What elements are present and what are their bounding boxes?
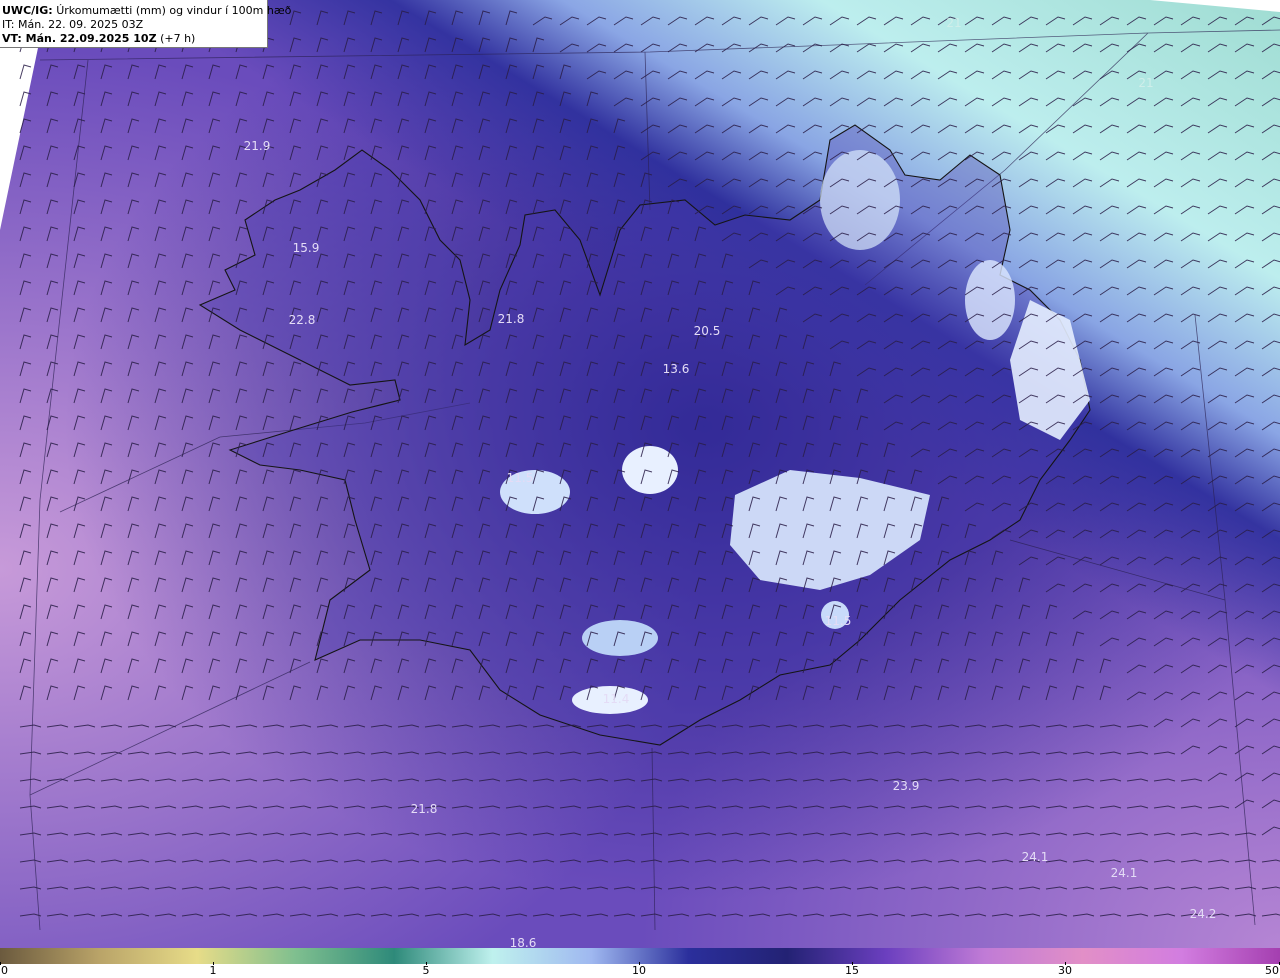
legend-tick-label: 50 bbox=[1265, 964, 1279, 977]
map-value: 15.9 bbox=[293, 241, 320, 255]
legend-tick-label: 0 bbox=[1, 964, 8, 977]
map-value: 21.9 bbox=[244, 139, 271, 153]
map-value: 20.5 bbox=[694, 324, 721, 338]
map-info-box: UWC/IG: Úrkomumætti (mm) og vindur í 100… bbox=[0, 0, 291, 48]
map-value: 21.8 bbox=[498, 312, 525, 326]
map-value: 11.4 bbox=[603, 692, 630, 706]
map-value: 18.6 bbox=[510, 936, 537, 948]
legend-tick-label: 5 bbox=[422, 964, 430, 977]
map-value: 24.2 bbox=[1190, 907, 1217, 921]
legend-tick-label: 30 bbox=[1058, 964, 1072, 977]
map-value: 21.8 bbox=[411, 802, 438, 816]
color-scale-bar bbox=[0, 948, 1280, 964]
map-value: 13.6 bbox=[663, 362, 690, 376]
map-value: 24.1 bbox=[1022, 850, 1049, 864]
color-scale-legend: 0 1 5 10 15 30 50 bbox=[0, 948, 1280, 978]
product-line: UWC/IG: Úrkomumætti (mm) og vindur í 100… bbox=[2, 4, 291, 18]
map-value: 22.8 bbox=[289, 313, 316, 327]
precipitation-wind-map: 21.9 15.9 22.8 21.8 20.5 13.6 11.5 11.5 … bbox=[0, 0, 1280, 948]
map-value: 11.5 bbox=[825, 614, 852, 628]
map-value: 21 bbox=[1138, 76, 1153, 90]
map-value: 21 bbox=[946, 16, 961, 30]
product-description: Úrkomumætti (mm) og vindur í 100m hæð bbox=[56, 4, 292, 17]
map-value: 24.1 bbox=[1111, 866, 1138, 880]
legend-tick-label: 1 bbox=[209, 964, 217, 977]
forecast-offset: (+7 h) bbox=[160, 32, 196, 45]
product-code: UWC/IG: bbox=[2, 4, 53, 17]
valid-time-line: VT: Mán. 22.09.2025 10Z (+7 h) bbox=[2, 32, 267, 46]
map-value: 11.5 bbox=[507, 471, 534, 485]
valid-time: VT: Mán. 22.09.2025 10Z bbox=[2, 32, 157, 45]
initial-time: IT: Mán. 22. 09. 2025 03Z bbox=[2, 18, 144, 31]
legend-tick-label: 15 bbox=[845, 964, 859, 977]
map-value: 23.9 bbox=[893, 779, 920, 793]
legend-tick-label: 10 bbox=[632, 964, 646, 977]
